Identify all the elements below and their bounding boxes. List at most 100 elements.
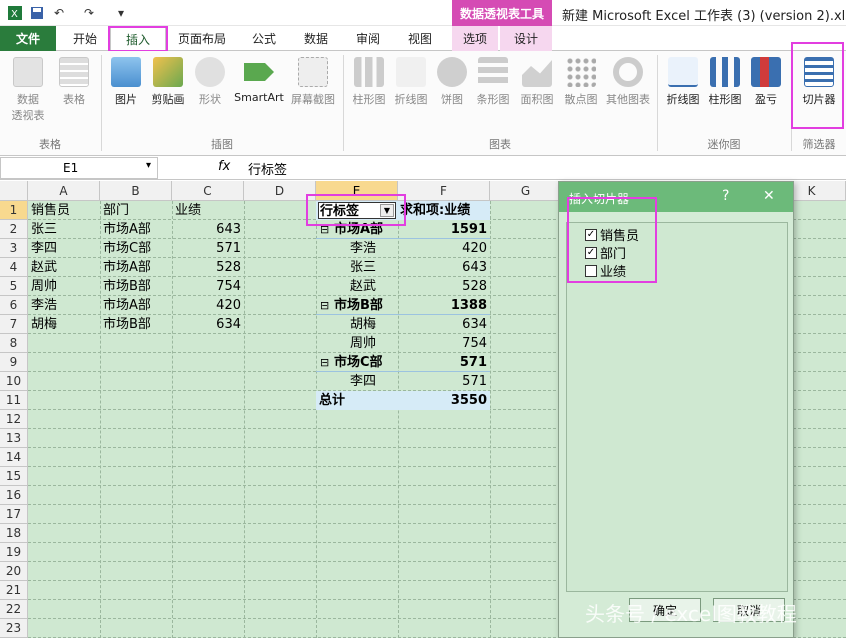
cell-salesperson[interactable]: 胡梅 bbox=[31, 315, 99, 334]
tab-view[interactable]: 视图 bbox=[396, 26, 444, 51]
pivot-group-value[interactable]: 571 bbox=[398, 353, 490, 372]
tab-design[interactable]: 设计 bbox=[500, 26, 552, 51]
tab-page-layout[interactable]: 页面布局 bbox=[170, 26, 234, 51]
col-header-g[interactable]: G bbox=[490, 181, 562, 201]
redo-icon[interactable]: ↷ bbox=[80, 4, 98, 22]
field-salesperson[interactable]: ✓ 销售员 bbox=[585, 225, 639, 244]
row-header[interactable]: 22 bbox=[0, 600, 28, 619]
pivot-group-label[interactable]: 市场C部 bbox=[334, 353, 394, 372]
pivot-item-value[interactable]: 528 bbox=[398, 277, 490, 296]
pivot-table-button[interactable]: 数据 透视表 bbox=[6, 57, 50, 123]
tab-review[interactable]: 审阅 bbox=[344, 26, 392, 51]
cell-salesperson[interactable]: 赵武 bbox=[31, 258, 99, 277]
tab-data[interactable]: 数据 bbox=[292, 26, 340, 51]
cell-department[interactable]: 市场B部 bbox=[103, 315, 171, 334]
cell-salesperson[interactable]: 张三 bbox=[31, 220, 99, 239]
checkbox-performance[interactable] bbox=[585, 264, 597, 277]
row-header[interactable]: 20 bbox=[0, 562, 28, 581]
pivot-total-value[interactable]: 3550 bbox=[398, 391, 490, 410]
col-header-f[interactable]: F bbox=[398, 181, 490, 201]
cell-department[interactable]: 市场A部 bbox=[103, 258, 171, 277]
line-chart-button[interactable]: 折线图 bbox=[390, 57, 432, 107]
pivot-item-value[interactable]: 420 bbox=[398, 239, 490, 258]
row-header[interactable]: 14 bbox=[0, 448, 28, 467]
row-header[interactable]: 6 bbox=[0, 296, 28, 315]
row-header[interactable]: 12 bbox=[0, 410, 28, 429]
select-all-corner[interactable] bbox=[0, 181, 28, 201]
name-box[interactable]: E1 bbox=[0, 157, 158, 179]
table-button[interactable]: 表格 bbox=[54, 57, 94, 107]
row-header[interactable]: 15 bbox=[0, 467, 28, 486]
row-header[interactable]: 16 bbox=[0, 486, 28, 505]
header-cell-department[interactable]: 部门 bbox=[103, 201, 171, 220]
row-header[interactable]: 2 bbox=[0, 220, 28, 239]
header-cell-salesperson[interactable]: 销售员 bbox=[31, 201, 99, 220]
cell-performance[interactable]: 634 bbox=[172, 315, 244, 334]
row-header[interactable]: 7 bbox=[0, 315, 28, 334]
cell-department[interactable]: 市场C部 bbox=[103, 239, 171, 258]
row-header[interactable]: 13 bbox=[0, 429, 28, 448]
pivot-row-label-header[interactable]: 行标签 ▼ bbox=[318, 202, 396, 219]
row-header[interactable]: 21 bbox=[0, 581, 28, 600]
row-header[interactable]: 9 bbox=[0, 353, 28, 372]
cell-performance[interactable]: 571 bbox=[172, 239, 244, 258]
tab-home[interactable]: 开始 bbox=[62, 26, 108, 51]
save-icon[interactable] bbox=[28, 4, 46, 22]
pivot-total-label[interactable]: 总计 bbox=[319, 391, 395, 410]
col-header-e[interactable]: E bbox=[316, 181, 398, 201]
col-header-d[interactable]: D bbox=[244, 181, 316, 201]
scatter-chart-button[interactable]: 散点图 bbox=[560, 57, 602, 107]
collapse-icon[interactable]: ⊟ bbox=[320, 353, 334, 372]
close-icon[interactable]: ✕ bbox=[763, 188, 775, 204]
picture-button[interactable]: 图片 bbox=[106, 57, 146, 107]
customize-qat-icon[interactable]: ▾ bbox=[112, 4, 130, 22]
row-header[interactable]: 1 bbox=[0, 201, 28, 220]
pivot-value-header[interactable]: 求和项:业绩 bbox=[400, 201, 490, 220]
name-box-dropdown-icon[interactable]: ▾ bbox=[146, 160, 151, 171]
cell-department[interactable]: 市场B部 bbox=[103, 277, 171, 296]
pivot-item-value[interactable]: 634 bbox=[398, 315, 490, 334]
pivot-item-value[interactable]: 643 bbox=[398, 258, 490, 277]
tab-insert[interactable]: 插入 bbox=[110, 26, 166, 51]
help-icon[interactable]: ? bbox=[722, 188, 729, 204]
other-charts-button[interactable]: 其他图表 bbox=[602, 57, 654, 107]
filter-dropdown-icon[interactable]: ▼ bbox=[380, 204, 394, 217]
pivot-item-value[interactable]: 754 bbox=[398, 334, 490, 353]
bar-chart-button[interactable]: 条形图 bbox=[472, 57, 514, 107]
col-header-b[interactable]: B bbox=[100, 181, 172, 201]
row-header[interactable]: 10 bbox=[0, 372, 28, 391]
smartart-button[interactable]: SmartArt bbox=[230, 57, 288, 104]
pivot-group-value[interactable]: 1591 bbox=[398, 220, 490, 239]
collapse-icon[interactable]: ⊟ bbox=[320, 220, 334, 239]
field-department[interactable]: ✓ 部门 bbox=[585, 243, 626, 262]
cell-salesperson[interactable]: 李浩 bbox=[31, 296, 99, 315]
area-chart-button[interactable]: 面积图 bbox=[516, 57, 558, 107]
row-header[interactable]: 4 bbox=[0, 258, 28, 277]
tab-options[interactable]: 选项 bbox=[452, 26, 498, 51]
slicer-button[interactable]: 切片器 bbox=[796, 57, 842, 107]
col-header-a[interactable]: A bbox=[28, 181, 100, 201]
sparkline-column-button[interactable]: 柱形图 bbox=[704, 57, 746, 107]
row-header[interactable]: 11 bbox=[0, 391, 28, 410]
row-header[interactable]: 3 bbox=[0, 239, 28, 258]
pivot-group-value[interactable]: 1388 bbox=[398, 296, 490, 315]
cell-department[interactable]: 市场A部 bbox=[103, 220, 171, 239]
cell-performance[interactable]: 643 bbox=[172, 220, 244, 239]
sparkline-winloss-button[interactable]: 盈亏 bbox=[748, 57, 784, 107]
undo-icon[interactable]: ↶ bbox=[50, 4, 68, 22]
pivot-group-label[interactable]: 市场B部 bbox=[334, 296, 394, 315]
fx-icon[interactable]: fx bbox=[218, 159, 230, 174]
header-cell-performance[interactable]: 业绩 bbox=[175, 201, 243, 220]
clipart-button[interactable]: 剪贴画 bbox=[146, 57, 190, 107]
formula-content[interactable]: 行标签 bbox=[248, 159, 287, 178]
pie-chart-button[interactable]: 饼图 bbox=[434, 57, 470, 107]
pivot-group-label[interactable]: 市场A部 bbox=[334, 220, 394, 239]
cell-salesperson[interactable]: 李四 bbox=[31, 239, 99, 258]
column-chart-button[interactable]: 柱形图 bbox=[348, 57, 390, 107]
row-header[interactable]: 17 bbox=[0, 505, 28, 524]
row-header[interactable]: 8 bbox=[0, 334, 28, 353]
tab-formulas[interactable]: 公式 bbox=[240, 26, 288, 51]
collapse-icon[interactable]: ⊟ bbox=[320, 296, 334, 315]
pivot-item-value[interactable]: 571 bbox=[398, 372, 490, 391]
tab-file[interactable]: 文件 bbox=[0, 26, 56, 51]
